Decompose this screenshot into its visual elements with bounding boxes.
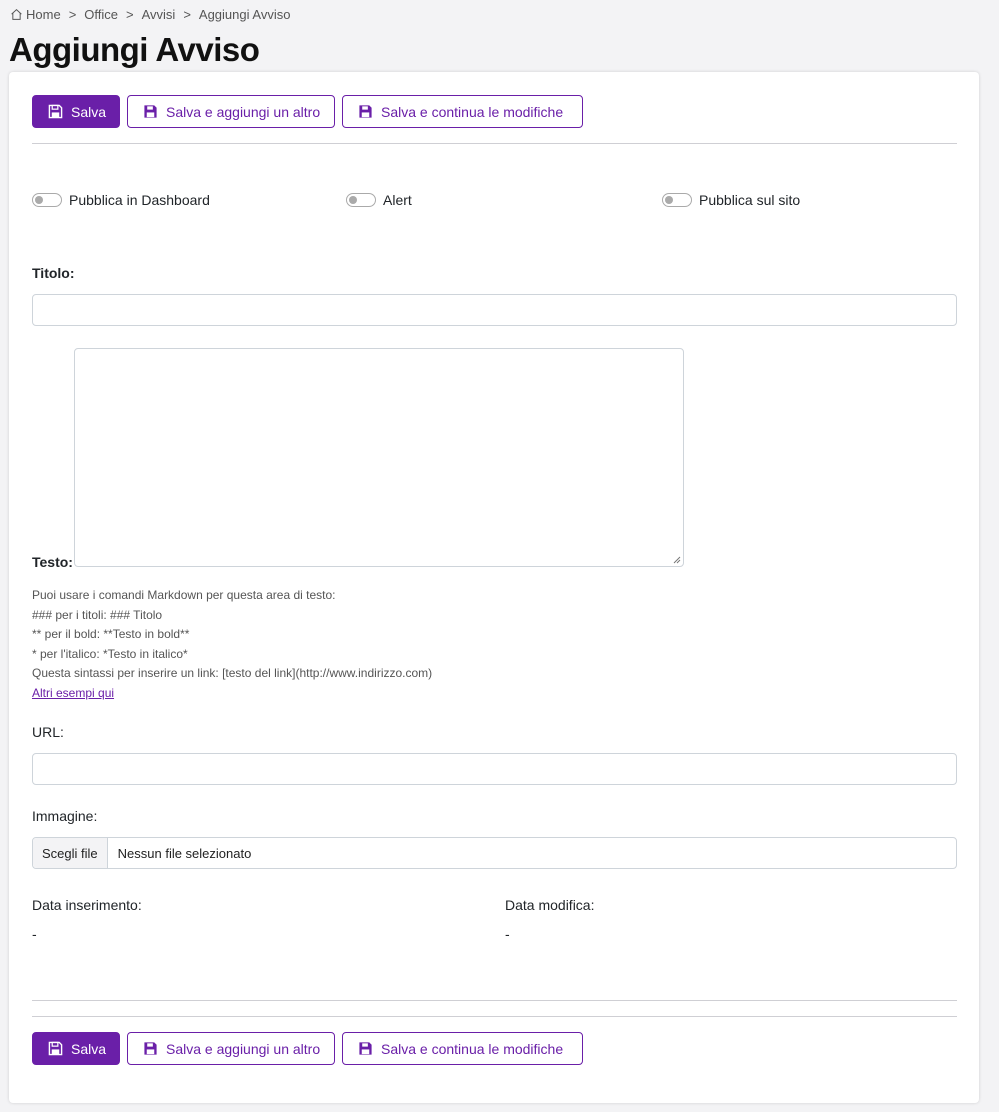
breadcrumb-separator: > bbox=[126, 6, 134, 22]
save-button-label: Salva bbox=[71, 1040, 107, 1057]
bottom-toolbar: Salva Salva e aggiungi un altro Salva e … bbox=[32, 1032, 583, 1065]
floppy-disk-icon bbox=[144, 105, 157, 118]
save-button[interactable]: Salva bbox=[32, 1032, 120, 1065]
titolo-label: Titolo: bbox=[32, 265, 75, 281]
help-line: ** per il bold: **Testo in bold** bbox=[32, 627, 190, 642]
breadcrumb: Home > Office > Avvisi > Aggiungi Avviso bbox=[10, 5, 290, 23]
divider bbox=[32, 143, 957, 144]
toggle-alert-label: Alert bbox=[383, 192, 412, 208]
breadcrumb-separator: > bbox=[183, 6, 191, 22]
save-add-another-label: Salva e aggiungi un altro bbox=[166, 1040, 321, 1057]
switch-site[interactable] bbox=[662, 193, 692, 207]
testo-label: Testo: bbox=[32, 554, 73, 570]
floppy-disk-icon bbox=[48, 104, 63, 119]
help-line: Questa sintassi per inserire un link: [t… bbox=[32, 666, 433, 681]
titolo-input[interactable] bbox=[32, 294, 957, 326]
testo-textarea[interactable] bbox=[74, 348, 684, 567]
resize-handle-icon[interactable] bbox=[673, 556, 681, 564]
url-label: URL: bbox=[32, 724, 64, 740]
save-button-label: Salva bbox=[71, 103, 107, 120]
page-title: Aggiungi Avviso bbox=[9, 31, 260, 68]
save-continue-button[interactable]: Salva e continua le modifiche bbox=[342, 95, 583, 128]
toggle-alert[interactable]: Alert bbox=[346, 192, 412, 208]
toggle-site-label: Pubblica sul sito bbox=[699, 192, 801, 208]
markdown-help: Puoi usare i comandi Markdown per questa… bbox=[32, 586, 432, 704]
help-line: * per l'italico: *Testo in italico* bbox=[32, 646, 188, 661]
data-inserimento-label: Data inserimento: bbox=[32, 897, 142, 913]
save-continue-label: Salva e continua le modifiche bbox=[381, 103, 564, 120]
top-toolbar: Salva Salva e aggiungi un altro Salva e … bbox=[32, 95, 583, 128]
save-add-another-button[interactable]: Salva e aggiungi un altro bbox=[127, 95, 335, 128]
file-status: Nessun file selezionato bbox=[117, 845, 252, 861]
divider bbox=[32, 1016, 957, 1017]
file-input[interactable]: Scegli file Nessun file selezionato bbox=[32, 837, 957, 869]
switch-alert[interactable] bbox=[346, 193, 376, 207]
floppy-disk-icon bbox=[48, 1041, 63, 1056]
breadcrumb-office[interactable]: Office bbox=[84, 7, 118, 22]
toggle-site[interactable]: Pubblica sul sito bbox=[662, 192, 800, 208]
toggle-dashboard[interactable]: Pubblica in Dashboard bbox=[32, 192, 210, 208]
form-card: Salva Salva e aggiungi un altro Salva e … bbox=[9, 72, 979, 1103]
choose-file-button[interactable]: Scegli file bbox=[33, 838, 108, 868]
save-continue-button[interactable]: Salva e continua le modifiche bbox=[342, 1032, 583, 1065]
breadcrumb-separator: > bbox=[68, 6, 77, 22]
floppy-disk-icon bbox=[359, 105, 372, 118]
save-add-another-button[interactable]: Salva e aggiungi un altro bbox=[127, 1032, 335, 1065]
toggle-dashboard-label: Pubblica in Dashboard bbox=[69, 192, 210, 208]
url-input[interactable] bbox=[32, 753, 957, 785]
help-line: Puoi usare i comandi Markdown per questa… bbox=[32, 588, 336, 602]
switch-dashboard[interactable] bbox=[32, 193, 62, 207]
floppy-disk-icon bbox=[359, 1042, 372, 1055]
save-continue-label: Salva e continua le modifiche bbox=[381, 1040, 564, 1057]
data-modifica-value: - bbox=[505, 926, 510, 942]
divider bbox=[32, 1000, 957, 1001]
help-line: ### per i titoli: ### Titolo bbox=[32, 607, 163, 622]
breadcrumb-avvisi[interactable]: Avvisi bbox=[142, 7, 176, 22]
more-examples-link[interactable]: Altri esempi qui bbox=[32, 686, 114, 700]
save-button[interactable]: Salva bbox=[32, 95, 120, 128]
breadcrumb-current: Aggiungi Avviso bbox=[198, 6, 291, 22]
floppy-disk-icon bbox=[144, 1042, 157, 1055]
immagine-label: Immagine: bbox=[32, 808, 98, 824]
home-icon bbox=[11, 8, 22, 20]
data-inserimento-value: - bbox=[32, 926, 37, 942]
save-add-another-label: Salva e aggiungi un altro bbox=[166, 103, 321, 120]
data-modifica-label: Data modifica: bbox=[505, 897, 595, 913]
breadcrumb-home[interactable]: Home bbox=[26, 7, 61, 22]
